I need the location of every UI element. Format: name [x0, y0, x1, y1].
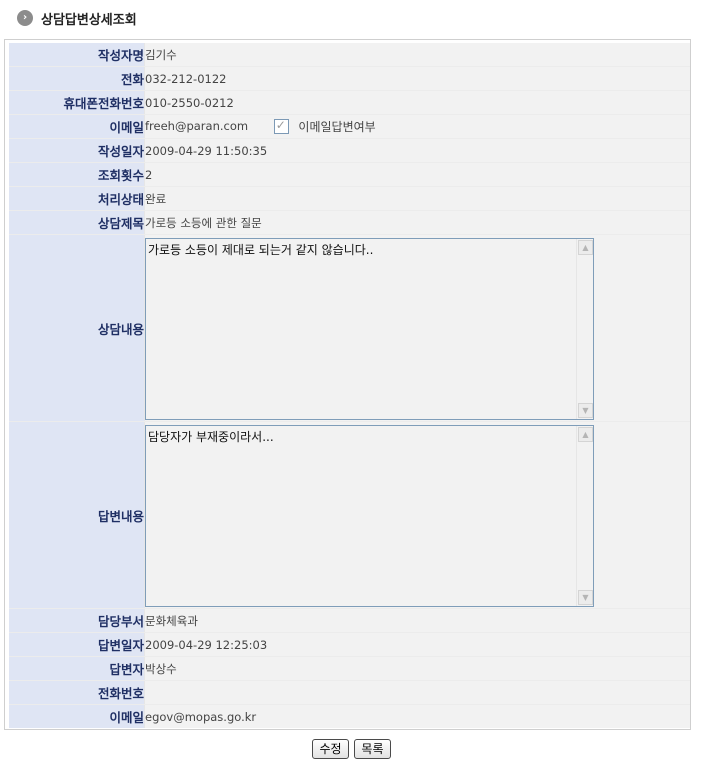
row-answerer: 답변자 박상수	[9, 656, 690, 681]
row-phone: 전화 032-212-0122	[9, 66, 690, 91]
row-answer-date: 답변일자 2009-04-29 12:25:03	[9, 632, 690, 657]
value-phone: 032-212-0122	[144, 66, 690, 91]
value-answerer-email: egov@mopas.go.kr	[144, 704, 690, 728]
answer-text: 담당자가 부재중이라서...	[148, 429, 274, 444]
label-status: 처리상태	[9, 186, 145, 211]
value-status: 완료	[144, 186, 690, 211]
content-scrollbar[interactable]: ▲ ▼	[576, 238, 593, 419]
label-written-date: 작성일자	[9, 138, 145, 163]
row-department: 담당부서 문화체육과	[9, 608, 690, 633]
content-textarea[interactable]: 가로등 소등이 제대로 되는거 같지 않습니다.. ▲ ▼	[145, 237, 594, 420]
label-phone: 전화	[9, 66, 145, 91]
row-status: 처리상태 완료	[9, 186, 690, 211]
value-email-cell: freeh@paran.com 이메일답변여부	[144, 114, 690, 139]
detail-panel: 작성자명 김기수 전화 032-212-0122 휴대폰전화번호 010-255…	[4, 39, 691, 730]
label-content: 상담내용	[9, 234, 145, 422]
value-writer-name: 김기수	[144, 43, 690, 67]
value-answer-date: 2009-04-29 12:25:03	[144, 632, 690, 657]
row-views: 조회횟수 2	[9, 162, 690, 187]
email-reply-checkbox-label: 이메일답변여부	[298, 120, 376, 134]
arrow-right-circle-icon: ›	[17, 10, 33, 26]
value-views: 2	[144, 162, 690, 187]
row-answerer-email: 이메일 egov@mopas.go.kr	[9, 704, 690, 728]
answer-textarea[interactable]: 담당자가 부재중이라서... ▲ ▼	[145, 424, 594, 607]
row-writer-name: 작성자명 김기수	[9, 43, 690, 67]
value-written-date: 2009-04-29 11:50:35	[144, 138, 690, 163]
row-answerer-phone: 전화번호	[9, 680, 690, 705]
row-answer-content: 답변내용 담당자가 부재중이라서... ▲ ▼	[9, 421, 690, 609]
row-written-date: 작성일자 2009-04-29 11:50:35	[9, 138, 690, 163]
value-answer-content-cell: 담당자가 부재중이라서... ▲ ▼	[144, 421, 690, 609]
label-answerer-email: 이메일	[9, 704, 145, 728]
value-answerer-phone	[144, 680, 690, 705]
email-reply-checkbox[interactable]	[273, 118, 289, 134]
scroll-up-arrow-icon[interactable]: ▲	[578, 239, 593, 255]
scroll-up-arrow-icon[interactable]: ▲	[578, 426, 593, 442]
label-email: 이메일	[9, 114, 145, 139]
page-title: 상담답변상세조회	[41, 12, 137, 28]
answer-scrollbar[interactable]: ▲ ▼	[576, 425, 593, 606]
label-answer-date: 답변일자	[9, 632, 145, 657]
content-text: 가로등 소등이 제대로 되는거 같지 않습니다..	[148, 242, 374, 257]
label-views: 조회횟수	[9, 162, 145, 187]
button-bar: 수정 목록	[0, 739, 703, 759]
row-subject: 상담제목 가로등 소등에 관한 질문	[9, 210, 690, 235]
value-subject: 가로등 소등에 관한 질문	[144, 210, 690, 235]
value-department: 문화체육과	[144, 608, 690, 633]
value-answerer: 박상수	[144, 656, 690, 681]
label-writer-name: 작성자명	[9, 43, 145, 67]
scroll-down-arrow-icon[interactable]: ▼	[578, 402, 593, 418]
scroll-down-arrow-icon[interactable]: ▼	[578, 589, 593, 605]
value-content-cell: 가로등 소등이 제대로 되는거 같지 않습니다.. ▲ ▼	[144, 234, 690, 422]
row-content: 상담내용 가로등 소등이 제대로 되는거 같지 않습니다.. ▲ ▼	[9, 234, 690, 422]
label-answer-content: 답변내용	[9, 421, 145, 609]
list-button[interactable]: 목록	[354, 739, 391, 759]
label-answerer: 답변자	[9, 656, 145, 681]
row-mobile: 휴대폰전화번호 010-2550-0212	[9, 90, 690, 115]
row-email: 이메일 freeh@paran.com 이메일답변여부	[9, 114, 690, 139]
label-answerer-phone: 전화번호	[9, 680, 145, 705]
detail-table: 작성자명 김기수 전화 032-212-0122 휴대폰전화번호 010-255…	[9, 43, 690, 728]
label-mobile: 휴대폰전화번호	[9, 90, 145, 115]
edit-button[interactable]: 수정	[312, 739, 349, 759]
value-mobile: 010-2550-0212	[144, 90, 690, 115]
value-email: freeh@paran.com	[145, 119, 249, 133]
page-header: › 상담답변상세조회	[17, 9, 137, 28]
label-department: 담당부서	[9, 608, 145, 633]
label-subject: 상담제목	[9, 210, 145, 235]
